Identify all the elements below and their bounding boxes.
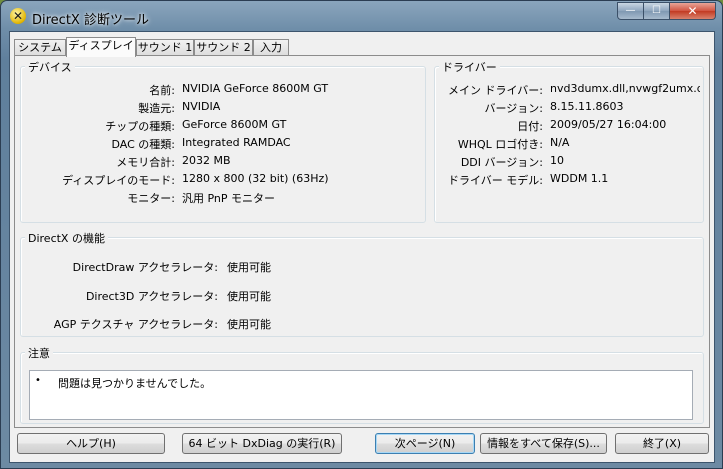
direct3d-accel-value: 使用可能	[227, 290, 271, 303]
main-driver-label: メイン ドライバー:	[448, 84, 543, 97]
help-button[interactable]: ヘルプ(H)	[17, 433, 165, 454]
display-mode-label: ディスプレイのモード:	[62, 174, 175, 187]
notes-bullet: •	[35, 375, 41, 386]
directdraw-accel-label: DirectDraw アクセラレータ:	[72, 261, 218, 274]
next-page-button[interactable]: 次ページ(N)	[375, 433, 475, 454]
tab-sound-1[interactable]: サウンド 1	[136, 39, 194, 56]
directdraw-accel-value: 使用可能	[227, 261, 271, 274]
tab-sound-2[interactable]: サウンド 2	[194, 39, 253, 56]
device-group: デバイス 名前: NVIDIA GeForce 8600M GT 製造元: NV…	[20, 59, 426, 223]
agp-texture-accel-label: AGP テクスチャ アクセラレータ:	[53, 318, 218, 331]
device-manufacturer-value: NVIDIA	[182, 100, 221, 113]
ddi-version-value: 10	[550, 154, 564, 167]
tab-system[interactable]: システム	[14, 39, 66, 56]
dac-type-value: Integrated RAMDAC	[182, 136, 291, 149]
minimize-button[interactable]: —	[617, 2, 644, 20]
display-mode-value: 1280 x 800 (32 bit) (63Hz)	[182, 172, 329, 185]
title-bar[interactable]: ✕ DirectX 診断ツール — ☐ ✕	[1, 1, 722, 31]
driver-model-value: WDDM 1.1	[550, 172, 609, 185]
driver-version-value: 8.15.11.8603	[550, 100, 624, 113]
tab-input[interactable]: 入力	[253, 39, 289, 56]
chip-type-value: GeForce 8600M GT	[182, 118, 287, 131]
directx-features-group: DirectX の機能 DirectDraw アクセラレータ: 使用可能 Dir…	[20, 230, 704, 337]
exit-button[interactable]: 終了(X)	[615, 433, 709, 454]
notes-message: 問題は見つかりませんでした。	[58, 377, 212, 390]
total-memory-value: 2032 MB	[182, 154, 231, 167]
notes-group: 注意 • 問題は見つかりませんでした。	[20, 345, 704, 424]
driver-group-title: ドライバー	[439, 59, 500, 75]
whql-logo-label: WHQL ロゴ付き:	[457, 138, 543, 151]
tab-display[interactable]: ディスプレイ	[66, 37, 136, 57]
dxdiag-window: ✕ DirectX 診断ツール — ☐ ✕ システム ディスプレイ サウンド 1…	[0, 0, 723, 469]
driver-group: ドライバー メイン ドライバー: nvd3dumx.dll,nvwgf2umx.…	[434, 59, 704, 223]
dac-type-label: DAC の種類:	[111, 138, 176, 151]
directx-x-icon: ✕	[10, 8, 26, 24]
notes-group-title: 注意	[25, 345, 53, 361]
close-button[interactable]: ✕	[670, 2, 716, 20]
display-tab-panel: デバイス 名前: NVIDIA GeForce 8600M GT 製造元: NV…	[14, 55, 710, 428]
device-name-value: NVIDIA GeForce 8600M GT	[182, 82, 329, 95]
ddi-version-label: DDI バージョン:	[460, 156, 543, 169]
notes-text-box[interactable]: • 問題は見つかりませんでした。	[29, 370, 693, 420]
direct3d-accel-label: Direct3D アクセラレータ:	[85, 290, 218, 303]
driver-model-label: ドライバー モデル:	[448, 174, 543, 187]
total-memory-label: メモリ合計:	[116, 156, 175, 169]
agp-texture-accel-value: 使用可能	[227, 318, 271, 331]
driver-date-value: 2009/05/27 16:04:00	[550, 118, 667, 131]
save-all-info-button[interactable]: 情報をすべて保存(S)...	[480, 433, 607, 454]
device-manufacturer-label: 製造元:	[138, 102, 175, 115]
window-controls: — ☐ ✕	[617, 2, 716, 21]
driver-date-label: 日付:	[517, 120, 543, 133]
main-driver-value: nvd3dumx.dll,nvwgf2umx.dll,n	[550, 82, 700, 95]
driver-version-label: バージョン:	[484, 102, 544, 115]
whql-logo-value: N/A	[550, 136, 570, 149]
monitor-value: 汎用 PnP モニター	[182, 192, 276, 205]
window-title: DirectX 診断ツール	[32, 13, 149, 28]
maximize-button[interactable]: ☐	[644, 2, 670, 20]
monitor-label: モニター:	[127, 192, 175, 205]
directx-features-title: DirectX の機能	[25, 230, 108, 246]
device-group-title: デバイス	[25, 59, 75, 75]
chip-type-label: チップの種類:	[105, 120, 175, 133]
dialog-client-area: システム ディスプレイ サウンド 1 サウンド 2 入力 デバイス 名前: NV…	[9, 31, 715, 463]
run-64bit-dxdiag-button[interactable]: 64 ビット DxDiag の実行(R)	[182, 433, 342, 454]
device-name-label: 名前:	[149, 84, 175, 97]
